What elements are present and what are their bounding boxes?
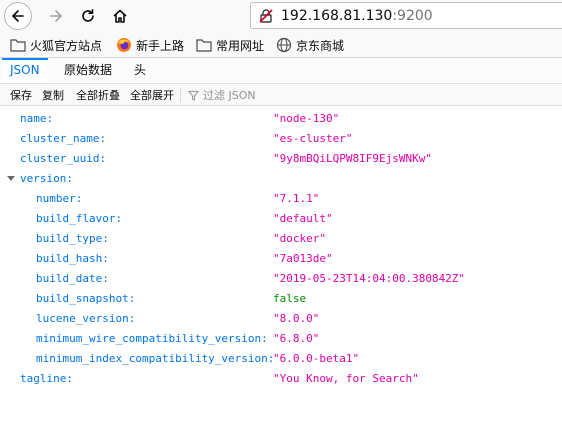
json-viewer-tabs: JSON 原始数据 头 <box>0 58 562 84</box>
json-key: build_type: <box>36 232 109 245</box>
bookmarks-toolbar: 火狐官方站点 新手上路 常用网址 京东商城 <box>0 32 562 58</box>
json-value: "9y8mBQiLQPW8IF9EjsWNKw" <box>273 152 432 165</box>
json-row-cluster-uuid[interactable]: cluster_uuid: "9y8mBQiLQPW8IF9EjsWNKw" <box>0 148 562 168</box>
json-key: tagline: <box>20 372 73 385</box>
json-key: cluster_uuid: <box>20 152 107 165</box>
arrow-right-icon <box>50 10 62 22</box>
json-row-min-index-compat[interactable]: minimum_index_compatibility_version: "6.… <box>0 348 562 368</box>
filter-json-input[interactable]: 过滤 JSON <box>188 87 256 103</box>
bookmark-label: 常用网址 <box>216 38 265 53</box>
json-value: "es-cluster" <box>273 132 353 145</box>
reload-icon <box>82 9 94 22</box>
json-row-tagline[interactable]: tagline: "You Know, for Search" <box>0 368 562 388</box>
json-value: "8.0.0" <box>273 312 320 325</box>
tab-headers[interactable]: 头 <box>126 58 154 83</box>
url-port: :9200 <box>392 8 433 24</box>
bookmark-label: 新手上路 <box>136 38 185 53</box>
json-value: "6.0.0-beta1" <box>273 352 360 365</box>
bookmark-firefox-official[interactable]: 火狐官方站点 <box>10 36 102 54</box>
expand-toggle-icon[interactable] <box>7 176 15 181</box>
filter-placeholder: 过滤 JSON <box>203 89 256 102</box>
globe-icon <box>276 37 292 53</box>
json-value: "You Know, for Search" <box>273 372 419 385</box>
json-value: false <box>273 292 307 305</box>
json-value: "node-130" <box>273 112 340 125</box>
url-host: 192.168.81.130 <box>281 8 393 24</box>
json-row-build-hash[interactable]: build_hash: "7a013de" <box>0 248 562 268</box>
json-value: "6.8.0" <box>273 332 320 345</box>
json-action-bar: 保存 复制 全部折叠 全部展开 过滤 JSON <box>0 84 562 106</box>
bookmark-common-sites[interactable]: 常用网址 <box>196 36 264 54</box>
copy-button[interactable]: 复制 <box>42 87 64 103</box>
bookmark-getting-started[interactable]: 新手上路 <box>116 36 184 54</box>
back-button[interactable] <box>4 2 32 30</box>
json-key: build_snapshot: <box>36 292 136 305</box>
json-key: lucene_version: <box>36 312 136 325</box>
json-row-lucene-version[interactable]: lucene_version: "8.0.0" <box>0 308 562 328</box>
json-row-cluster-name[interactable]: cluster_name: "es-cluster" <box>0 128 562 148</box>
browser-toolbar: 192.168.81.130:9200 <box>0 0 562 32</box>
filter-icon <box>188 90 199 101</box>
json-key: build_date: <box>36 272 109 285</box>
json-row-build-type[interactable]: build_type: "docker" <box>0 228 562 248</box>
insecure-lock-icon[interactable] <box>258 8 274 24</box>
folder-icon <box>196 39 212 52</box>
json-key: minimum_wire_compatibility_version: <box>36 332 268 345</box>
tab-json[interactable]: JSON <box>2 58 48 83</box>
forward-button[interactable] <box>42 2 70 30</box>
expand-all-button[interactable]: 全部展开 <box>130 87 174 103</box>
bookmark-jd-mall[interactable]: 京东商城 <box>276 36 344 54</box>
bookmark-label: 火狐官方站点 <box>30 38 103 53</box>
json-value: "default" <box>273 212 333 225</box>
json-row-build-snapshot[interactable]: build_snapshot: false <box>0 288 562 308</box>
json-value: "7a013de" <box>273 252 333 265</box>
collapse-all-button[interactable]: 全部折叠 <box>76 87 120 103</box>
json-value: "docker" <box>273 232 326 245</box>
home-button[interactable] <box>106 2 134 30</box>
arrow-left-icon <box>12 10 24 22</box>
json-key: number: <box>36 192 83 205</box>
json-value: "2019-05-23T14:04:00.380842Z" <box>273 272 466 285</box>
url-text[interactable]: 192.168.81.130:9200 <box>281 8 433 24</box>
json-key: cluster_name: <box>20 132 107 145</box>
json-row-min-wire-compat[interactable]: minimum_wire_compatibility_version: "6.8… <box>0 328 562 348</box>
json-row-name[interactable]: name: "node-130" <box>0 108 562 128</box>
json-key: name: <box>20 112 54 125</box>
json-row-version[interactable]: version: <box>0 168 562 188</box>
folder-icon <box>10 39 26 52</box>
json-key: build_hash: <box>36 252 109 265</box>
json-row-number[interactable]: number: "7.1.1" <box>0 188 562 208</box>
home-icon <box>113 9 127 23</box>
tab-raw-data[interactable]: 原始数据 <box>56 58 120 83</box>
divider <box>180 88 181 102</box>
save-button[interactable]: 保存 <box>10 87 32 103</box>
json-key: build_flavor: <box>36 212 123 225</box>
json-key: version: <box>20 172 73 185</box>
json-row-build-flavor[interactable]: build_flavor: "default" <box>0 208 562 228</box>
reload-button[interactable] <box>74 2 102 30</box>
json-row-build-date[interactable]: build_date: "2019-05-23T14:04:00.380842Z… <box>0 268 562 288</box>
json-key: minimum_index_compatibility_version: <box>36 352 275 365</box>
firefox-icon <box>117 38 131 52</box>
url-bar[interactable]: 192.168.81.130:9200 <box>250 2 562 29</box>
json-value: "7.1.1" <box>273 192 320 205</box>
bookmark-label: 京东商城 <box>296 38 345 53</box>
